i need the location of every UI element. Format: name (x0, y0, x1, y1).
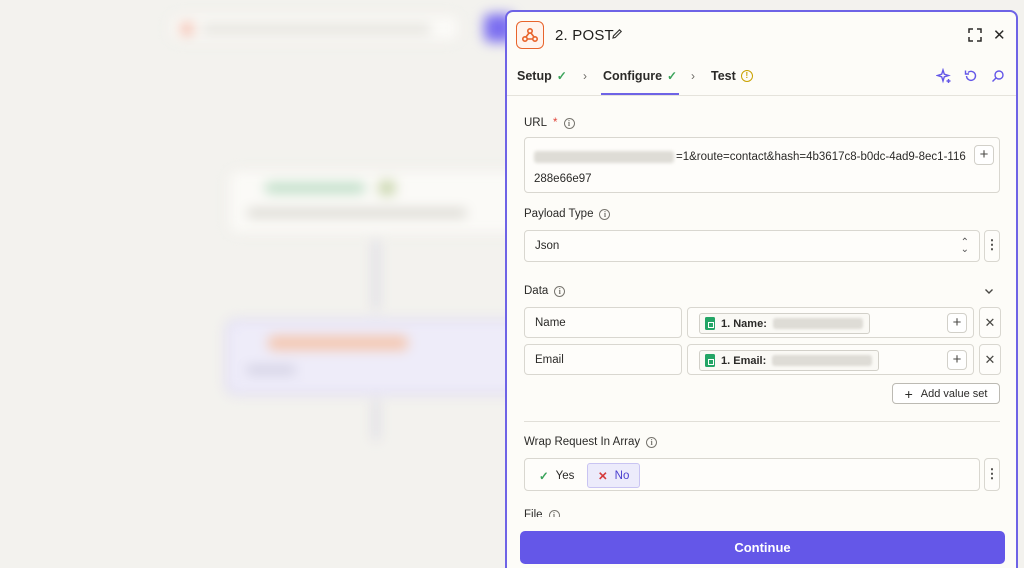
payload-type-select[interactable]: Json ⌃ ⌄ (524, 230, 980, 262)
field-label: Payload Type (524, 208, 594, 220)
redacted-value (772, 318, 863, 329)
option-yes[interactable]: ✓ Yes (529, 463, 584, 488)
x-icon: ✕ (598, 470, 608, 483)
option-no[interactable]: ✕ No (587, 463, 641, 488)
check-icon: ✓ (667, 69, 678, 83)
data-value-email[interactable]: 1. Email: + (687, 344, 974, 375)
more-options-icon[interactable]: ⋮ (984, 230, 1000, 262)
continue-button[interactable]: Continue (520, 531, 1005, 564)
step-tabs: Setup ✓ › Configure ✓ › Test! (507, 58, 1016, 96)
active-tab-indicator (601, 93, 679, 95)
undo-icon[interactable] (963, 68, 979, 84)
check-icon: ✓ (556, 69, 567, 83)
panel-header: 2. POST ✕ (507, 12, 1016, 58)
add-variable-button[interactable]: + (947, 350, 967, 370)
close-icon[interactable]: ✕ (993, 26, 1006, 44)
chevron-down-icon[interactable] (983, 285, 995, 297)
field-label: File (524, 509, 543, 517)
warning-icon: ! (740, 70, 753, 82)
canvas-connector (374, 240, 378, 310)
add-value-set-button[interactable]: + Add value set (892, 383, 1000, 404)
data-value-name[interactable]: 1. Name: + (687, 307, 974, 338)
option-label: Yes (555, 469, 575, 482)
tab-label: Test (711, 69, 736, 83)
tag-label: 1. Name: (721, 317, 767, 330)
url-input[interactable]: =1&route=contact&hash=4b3617c8-b0dc-4ad9… (524, 137, 1000, 193)
google-sheets-icon (705, 317, 715, 330)
google-sheets-icon (705, 354, 715, 367)
sparkle-icon[interactable] (936, 68, 952, 84)
payload-type-label: Payload Type i (524, 208, 611, 220)
chevron-right-icon: › (583, 69, 587, 83)
canvas-step-2 (226, 320, 526, 394)
redacted-value (772, 355, 873, 366)
canvas-connector (374, 400, 378, 440)
select-value: Json (535, 240, 560, 252)
required-marker: * (553, 117, 558, 129)
tab-test[interactable]: Test! (711, 69, 753, 83)
tab-configure[interactable]: Configure ✓ (603, 69, 677, 83)
data-key-name[interactable]: Name (524, 307, 682, 338)
info-icon[interactable]: i (599, 208, 611, 220)
data-label: Data i (524, 285, 566, 297)
canvas-title-pill (170, 14, 460, 42)
data-key-email[interactable]: Email (524, 344, 682, 375)
more-options-icon[interactable]: ⋮ (984, 458, 1000, 491)
tab-setup[interactable]: Setup ✓ (517, 69, 567, 83)
info-icon[interactable]: i (563, 117, 575, 129)
check-icon: ✓ (539, 470, 549, 483)
add-variable-button[interactable]: + (947, 313, 967, 333)
info-icon[interactable]: i (646, 436, 658, 448)
url-label: URL * i (524, 117, 575, 129)
tab-label: Configure (603, 69, 663, 83)
chevron-up-down-icon: ⌃ ⌄ (960, 237, 969, 255)
mapped-field-tag[interactable]: 1. Name: (699, 313, 870, 334)
tab-toolbar (936, 68, 1006, 84)
file-label: File i (524, 509, 560, 517)
url-value: =1&route=contact&hash=4b3617c8-b0dc-4ad9… (534, 146, 966, 190)
configure-form: URL * i =1&route=contact&hash=4b3617c8-b0d… (507, 97, 1016, 517)
tag-label: 1. Email: (721, 354, 767, 367)
redacted-value (534, 150, 674, 163)
wrap-request-toggle: ✓ Yes ✕ No (524, 458, 980, 491)
section-divider (524, 421, 1000, 422)
field-label: Wrap Request In Array (524, 436, 641, 448)
wrap-request-label: Wrap Request In Array i (524, 436, 658, 448)
info-icon[interactable]: i (554, 285, 566, 297)
remove-row-icon[interactable]: ✕ (979, 307, 1001, 338)
canvas-step-1 (228, 170, 528, 234)
pencil-icon[interactable] (611, 28, 623, 40)
remove-row-icon[interactable]: ✕ (979, 344, 1001, 375)
add-variable-button[interactable]: + (974, 145, 994, 165)
chevron-right-icon: › (691, 69, 695, 83)
button-label: Add value set (920, 387, 988, 400)
mapped-field-tag[interactable]: 1. Email: (699, 350, 880, 371)
plus-icon: + (904, 385, 913, 402)
panel-title[interactable]: 2. POST (555, 27, 614, 44)
field-label: URL (524, 117, 548, 129)
option-label: No (614, 469, 630, 482)
tab-label: Setup (517, 69, 552, 83)
webhook-icon (516, 21, 544, 49)
step-editor-panel: 2. POST ✕ Setup ✓ › Configure ✓ › Test! UR… (505, 10, 1018, 568)
info-icon[interactable]: i (548, 509, 560, 517)
field-label: Data (524, 285, 549, 297)
search-icon[interactable] (990, 68, 1006, 84)
expand-icon[interactable] (967, 27, 983, 43)
